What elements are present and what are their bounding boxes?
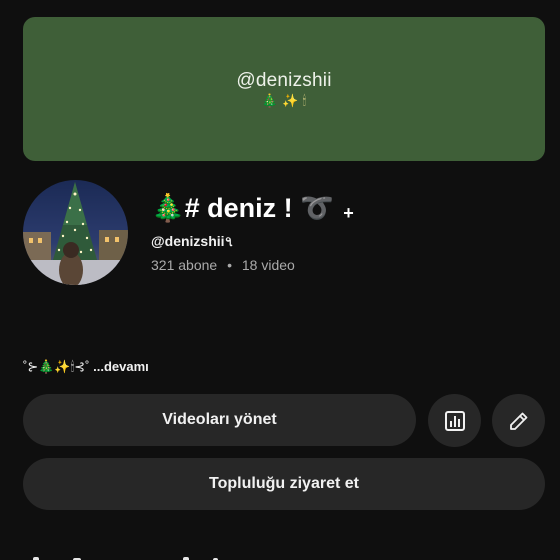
- channel-handle: @denizshii৭: [151, 233, 234, 249]
- visit-community-button[interactable]: Topluluğu ziyaret et: [23, 458, 545, 510]
- channel-stats: 321 abone • 18 video: [151, 257, 295, 273]
- description-text: ˚⊱🎄✨🕯⊰˚: [23, 359, 94, 374]
- bar-chart-icon: [444, 410, 465, 431]
- tab-strip-shapes: [33, 557, 218, 560]
- channel-name: 🎄# deniz ! ➰ +: [151, 192, 354, 224]
- channel-name-text: 🎄# deniz ! ➰: [151, 193, 334, 223]
- avatar-image: [23, 180, 128, 285]
- manage-videos-button[interactable]: Videoları yönet: [23, 394, 416, 446]
- avatar[interactable]: [23, 180, 128, 285]
- pencil-icon: [509, 412, 527, 430]
- banner-handle: @denizshii: [236, 69, 332, 91]
- subscriber-count: 321 abone: [151, 257, 218, 273]
- stats-separator: •: [227, 257, 232, 273]
- channel-description[interactable]: ˚⊱🎄✨🕯⊰˚ ...devamı: [23, 359, 149, 375]
- tab-strip-edge: [23, 548, 545, 560]
- description-more-link[interactable]: ...devamı: [93, 359, 149, 374]
- banner-emoji: 🎄 ✨ 🕯: [261, 93, 307, 109]
- video-count: 18 video: [241, 257, 295, 273]
- channel-banner: @denizshii 🎄 ✨ 🕯: [23, 17, 545, 161]
- edit-channel-button[interactable]: [492, 394, 545, 447]
- channel-name-plus: +: [343, 203, 354, 223]
- analytics-button[interactable]: [428, 394, 481, 447]
